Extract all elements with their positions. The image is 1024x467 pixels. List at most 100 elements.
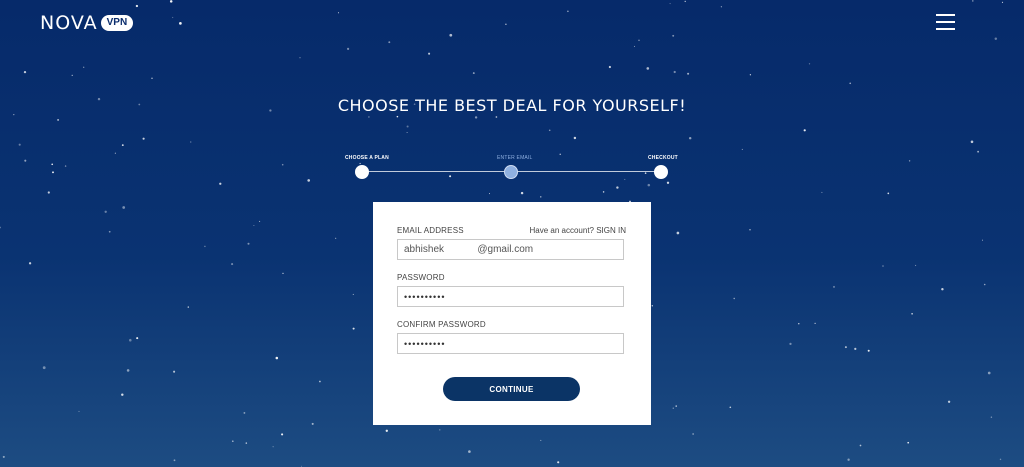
page-title: CHOOSE THE BEST DEAL FOR YOURSELF! bbox=[337, 96, 687, 115]
sign-in-link[interactable]: Have an account? SIGN IN bbox=[530, 226, 627, 235]
star bbox=[253, 224, 255, 227]
star bbox=[999, 458, 1002, 461]
star bbox=[1001, 1, 1004, 3]
star bbox=[495, 116, 498, 118]
star bbox=[282, 272, 284, 275]
star bbox=[245, 442, 248, 444]
star bbox=[520, 191, 524, 195]
star bbox=[57, 118, 60, 121]
star bbox=[624, 178, 626, 180]
star bbox=[567, 10, 569, 13]
star bbox=[688, 136, 692, 140]
star bbox=[548, 129, 551, 132]
star bbox=[729, 406, 732, 409]
star bbox=[472, 72, 475, 75]
star bbox=[23, 70, 27, 74]
star bbox=[352, 327, 355, 330]
star bbox=[675, 405, 677, 407]
star bbox=[307, 179, 311, 182]
star bbox=[71, 74, 73, 76]
star bbox=[573, 136, 577, 140]
star bbox=[126, 369, 130, 372]
star bbox=[449, 33, 453, 37]
star bbox=[243, 411, 246, 414]
star bbox=[867, 349, 870, 352]
star bbox=[108, 230, 111, 233]
step-dot-choose-plan[interactable] bbox=[355, 165, 369, 179]
star bbox=[335, 237, 337, 239]
star bbox=[911, 312, 913, 315]
star bbox=[666, 181, 670, 184]
star bbox=[18, 143, 21, 146]
star bbox=[720, 6, 723, 8]
star bbox=[275, 356, 279, 360]
star bbox=[318, 380, 321, 383]
star bbox=[368, 116, 370, 118]
star bbox=[406, 125, 409, 128]
star bbox=[540, 196, 542, 198]
star bbox=[439, 429, 441, 431]
star bbox=[608, 65, 612, 69]
star bbox=[947, 400, 951, 403]
star bbox=[915, 264, 917, 267]
star bbox=[428, 52, 431, 55]
star bbox=[337, 12, 340, 14]
star bbox=[2, 455, 5, 458]
star bbox=[172, 16, 174, 19]
star bbox=[179, 22, 182, 25]
star bbox=[673, 70, 676, 74]
star bbox=[638, 39, 640, 42]
star bbox=[406, 132, 408, 133]
star bbox=[644, 172, 647, 174]
star bbox=[121, 144, 124, 146]
star bbox=[352, 293, 354, 295]
password-field[interactable] bbox=[397, 286, 624, 307]
star bbox=[844, 346, 847, 349]
continue-button[interactable]: CONTINUE bbox=[443, 377, 580, 401]
star bbox=[557, 461, 560, 464]
star bbox=[908, 160, 911, 162]
star bbox=[468, 450, 471, 453]
star bbox=[669, 3, 671, 5]
star bbox=[142, 137, 145, 140]
star bbox=[299, 57, 301, 59]
star bbox=[994, 37, 998, 40]
star bbox=[281, 163, 284, 166]
signup-form-card: EMAIL ADDRESS Have an account? SIGN IN P… bbox=[373, 202, 651, 425]
star bbox=[749, 74, 752, 76]
star bbox=[647, 183, 651, 187]
menu-bar-bottom bbox=[936, 28, 955, 30]
menu-bar-top bbox=[936, 14, 955, 16]
brand-logo[interactable]: NOVA VPN bbox=[40, 12, 134, 34]
star bbox=[121, 393, 124, 396]
step-dot-checkout bbox=[654, 165, 668, 179]
star bbox=[616, 186, 619, 189]
star bbox=[633, 45, 636, 47]
star bbox=[114, 152, 116, 154]
star bbox=[977, 150, 979, 153]
confirm-password-field[interactable] bbox=[397, 333, 624, 354]
star bbox=[388, 41, 391, 44]
star bbox=[887, 192, 890, 195]
email-field[interactable] bbox=[397, 239, 624, 260]
star bbox=[987, 371, 991, 375]
star bbox=[104, 210, 107, 213]
star bbox=[972, 0, 974, 2]
star bbox=[219, 182, 222, 185]
star bbox=[684, 0, 686, 3]
star bbox=[51, 163, 54, 166]
hamburger-menu-icon[interactable] bbox=[936, 14, 955, 30]
star bbox=[52, 171, 54, 174]
star bbox=[78, 410, 80, 413]
star bbox=[672, 34, 675, 37]
star bbox=[540, 439, 542, 441]
step-label-checkout: CHECKOUT bbox=[648, 155, 678, 161]
star bbox=[64, 165, 67, 167]
star bbox=[672, 407, 674, 409]
star bbox=[882, 265, 884, 267]
email-label: EMAIL ADDRESS bbox=[397, 226, 464, 235]
star bbox=[990, 416, 993, 418]
star bbox=[981, 239, 984, 241]
star bbox=[821, 191, 823, 193]
star bbox=[173, 370, 176, 373]
